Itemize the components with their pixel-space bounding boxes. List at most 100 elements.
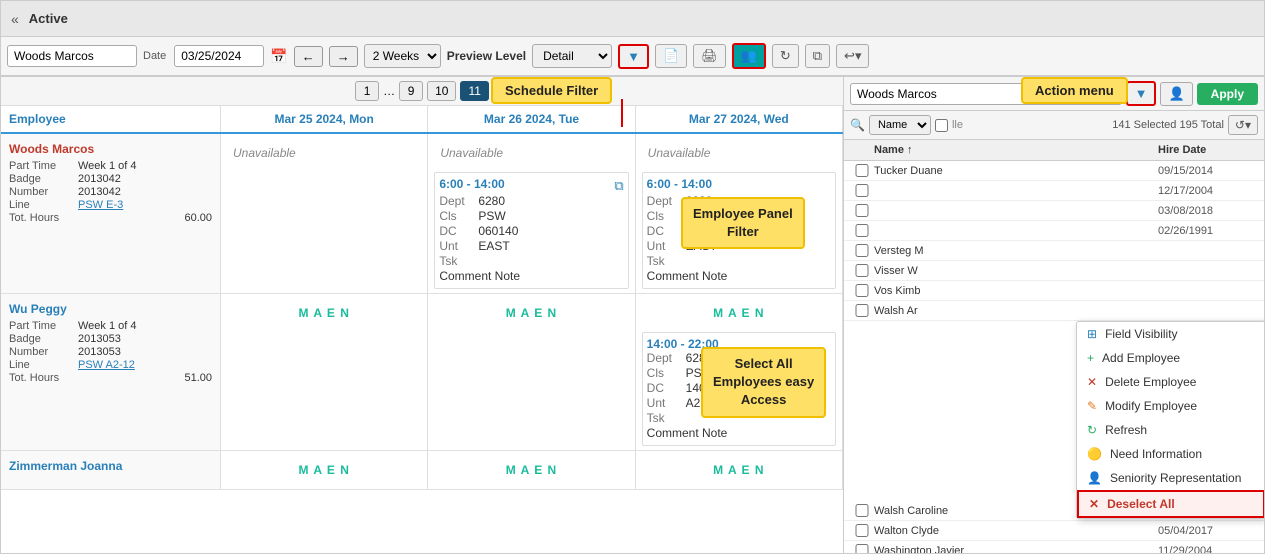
zimmerman-mon-cell: M A E N	[221, 451, 428, 489]
ep-row-checkbox[interactable]	[850, 264, 874, 277]
ep-apply-button[interactable]: Apply	[1197, 83, 1258, 105]
ep-row-checkbox[interactable]	[850, 164, 874, 177]
employee-name-woods: Woods Marcos	[9, 142, 212, 156]
action-refresh[interactable]: ↻ Refresh	[1077, 418, 1264, 442]
list-item: Washington Javier 11/29/2004	[844, 541, 1264, 553]
woods-mon-cell: Unavailable	[221, 134, 428, 293]
info-icon: 🟡	[1087, 447, 1102, 461]
employee-info-woods: Woods Marcos Part TimeWeek 1 of 4 Badge2…	[1, 134, 221, 293]
filter-button[interactable]: ▼	[618, 44, 649, 69]
preview-level-label: Preview Level	[447, 49, 526, 63]
date-input[interactable]	[174, 45, 264, 67]
page-10-button[interactable]: 10	[427, 81, 456, 101]
employee-panel-button[interactable]: 👥	[732, 43, 766, 69]
refresh-icon: ↻	[1087, 423, 1097, 437]
ep-row-checkbox[interactable]	[850, 544, 874, 553]
action-field-visibility[interactable]: ⊞ Field Visibility	[1077, 322, 1264, 346]
active-label: Active	[29, 11, 68, 26]
search-icon: 🔍	[850, 118, 865, 132]
action-need-info[interactable]: 🟡 Need Information	[1077, 442, 1264, 466]
ep-row-checkbox[interactable]	[850, 304, 874, 317]
employee-panel: ▼ 👤 Apply 🔍 Name Badge lle 141 Selected …	[844, 77, 1264, 553]
ep-count-label: 141 Selected 195 Total	[1112, 119, 1224, 131]
ep-row-checkbox[interactable]	[850, 204, 874, 217]
weeks-select[interactable]: 2 Weeks 1 Week 4 Weeks	[364, 44, 441, 68]
ep-header-hire-date: Hire Date	[1158, 144, 1258, 156]
list-item: Walsh Ar	[844, 301, 1264, 321]
list-item: 02/26/1991	[844, 221, 1264, 241]
header-wed: Mar 27 2024, Wed	[636, 106, 843, 132]
table-row: Wu Peggy Part TimeWeek 1 of 4 Badge20130…	[1, 294, 843, 451]
employee-info-zimmerman: Zimmerman Joanna	[1, 451, 221, 489]
schedule-header: Employee Mar 25 2024, Mon Mar 26 2024, T…	[1, 106, 843, 134]
document-button[interactable]: 📄	[655, 44, 687, 68]
add-icon: +	[1087, 351, 1094, 365]
ep-row-checkbox[interactable]	[850, 224, 874, 237]
ep-checkbox-all[interactable]	[935, 119, 948, 132]
print-button[interactable]: 🖨	[693, 44, 726, 68]
woods-wed-shift: 6:00 - 14:00 Dept6280 ClsPSW DC060140 Un…	[642, 172, 836, 289]
delete-icon: ✕	[1087, 375, 1097, 389]
employee-name-input[interactable]	[7, 45, 137, 67]
ep-row-checkbox[interactable]	[850, 524, 874, 537]
ep-reset-button[interactable]: ↺▾	[1228, 115, 1258, 135]
page-11-button[interactable]: 11	[460, 81, 488, 101]
wu-mon-cell: M A E N	[221, 294, 428, 450]
ep-row-checkbox[interactable]	[850, 504, 874, 517]
list-item: Vos Kimb	[844, 281, 1264, 301]
next-date-button[interactable]: →	[329, 46, 358, 67]
action-menu: ⊞ Field Visibility + Add Employee ✕ Dele…	[1076, 321, 1264, 519]
date-label: Date	[143, 50, 166, 62]
action-delete-employee[interactable]: ✕ Delete Employee	[1077, 370, 1264, 394]
pagination-bar: 1 … 9 10 11	[1, 77, 843, 106]
employee-info-wu: Wu Peggy Part TimeWeek 1 of 4 Badge20130…	[1, 294, 221, 450]
ep-row-checkbox[interactable]	[850, 284, 874, 297]
nav-back-button[interactable]: «	[7, 9, 23, 29]
list-item: 12/17/2004	[844, 181, 1264, 201]
wu-tue-cell: M A E N	[428, 294, 635, 450]
action-modify-employee[interactable]: ✎ Modify Employee	[1077, 394, 1264, 418]
page-9-button[interactable]: 9	[399, 81, 423, 101]
list-item: Walton Clyde 05/04/2017	[844, 521, 1264, 541]
action-deselect-all[interactable]: ✕ Deselect All	[1077, 490, 1264, 518]
list-item: Tucker Duane 09/15/2014	[844, 161, 1264, 181]
undo-button[interactable]: ↩▾	[836, 44, 869, 68]
ep-row-checkbox[interactable]	[850, 244, 874, 257]
ep-search-type-select[interactable]: Name Badge	[869, 115, 931, 135]
header-mon: Mar 25 2024, Mon	[221, 106, 428, 132]
employee-panel-toolbar2: 🔍 Name Badge lle 141 Selected 195 Total …	[844, 111, 1264, 140]
ep-filter-button[interactable]: ▼	[1126, 81, 1157, 106]
woods-tue-shift: 6:00 - 14:00 ⧉ Dept6280 ClsPSW DC060140 …	[434, 172, 628, 289]
zimmerman-wed-cell: M A E N	[636, 451, 843, 489]
list-item: 03/08/2018	[844, 201, 1264, 221]
copy-button[interactable]: ⧉	[805, 44, 830, 68]
page-1-button[interactable]: 1	[355, 81, 379, 101]
schedule-panel: 1 … 9 10 11 Employee Mar 25 2024, Mon Ma…	[1, 77, 844, 553]
preview-level-select[interactable]: Detail Summary None	[532, 44, 612, 68]
ep-search-input[interactable]	[850, 83, 1122, 105]
woods-wed-cell: Unavailable 6:00 - 14:00 Dept6280 ClsPSW…	[636, 134, 843, 293]
action-seniority[interactable]: 👤 Seniority Representation	[1077, 466, 1264, 490]
deselect-icon: ✕	[1089, 497, 1099, 511]
ep-header-checkbox-col	[850, 144, 874, 156]
employee-panel-toolbar: ▼ 👤 Apply	[844, 77, 1264, 111]
copy-shift-icon[interactable]: ⧉	[614, 178, 623, 194]
table-row: Zimmerman Joanna M A E N M A E N M A E N	[1, 451, 843, 490]
seniority-icon: 👤	[1087, 471, 1102, 485]
woods-tue-cell: Unavailable 6:00 - 14:00 ⧉ Dept6280 ClsP…	[428, 134, 635, 293]
modify-icon: ✎	[1087, 399, 1097, 413]
grid-icon: ⊞	[1087, 327, 1097, 341]
page-ellipsis: …	[383, 84, 395, 98]
refresh-button[interactable]: ↻	[772, 44, 799, 68]
action-add-employee[interactable]: + Add Employee	[1077, 346, 1264, 370]
header-tue: Mar 26 2024, Tue	[428, 106, 635, 132]
prev-date-button[interactable]: ←	[294, 46, 323, 67]
table-row: Woods Marcos Part TimeWeek 1 of 4 Badge2…	[1, 134, 843, 294]
ep-person-icon-button[interactable]: 👤	[1160, 82, 1192, 106]
list-item: Versteg M	[844, 241, 1264, 261]
schedule-body: Woods Marcos Part TimeWeek 1 of 4 Badge2…	[1, 134, 843, 553]
employee-name-wu: Wu Peggy	[9, 302, 212, 316]
ep-row-checkbox[interactable]	[850, 184, 874, 197]
calendar-icon[interactable]: 📅	[270, 48, 287, 65]
wu-wed-cell: M A E N 14:00 - 22:00 Dept6280 ClsPSW DC…	[636, 294, 843, 450]
